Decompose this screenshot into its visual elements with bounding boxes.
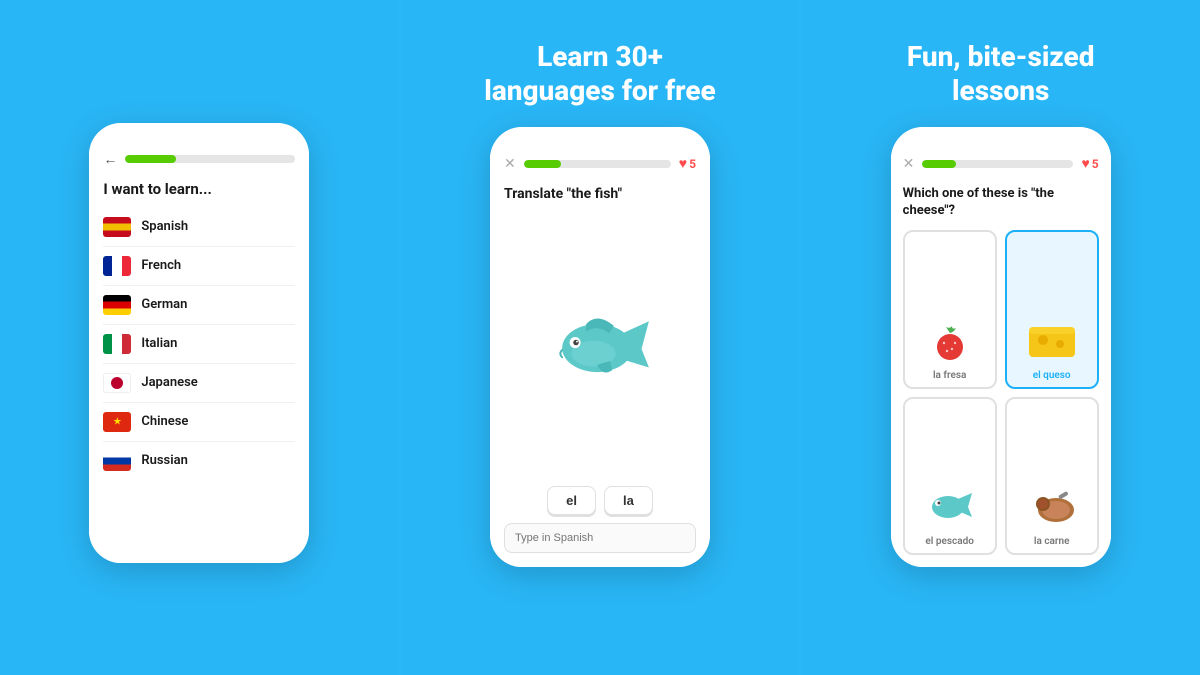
flag-chinese [103,412,131,432]
language-item-german[interactable]: German [103,286,295,325]
center-headline: Learn 30+ languages for free [484,40,715,107]
card-label-carne: la carne [1034,536,1070,547]
language-item-italian[interactable]: Italian [103,325,295,364]
quiz-card-fish[interactable]: el pescado [903,397,997,556]
word-button-la[interactable]: la [604,486,653,515]
panel-center: Learn 30+ languages for free ✕ ♥ 5 Trans… [401,0,802,675]
language-item-french[interactable]: French [103,247,295,286]
language-name-russian: Russian [141,453,188,468]
flag-german [103,295,131,315]
cheese-icon [1024,318,1080,364]
flag-french [103,256,131,276]
quiz-card-cheese[interactable]: el queso [1005,230,1099,389]
card-label-fresa: la fresa [933,370,966,381]
phone-center-header: ✕ ♥ 5 [504,155,696,172]
phone-center-screen: ✕ ♥ 5 Translate "the fish" [490,127,710,567]
type-spanish-input[interactable] [504,523,696,553]
meat-icon [1024,484,1080,530]
phone-left-screen: ← I want to learn... Spanish French Germ… [89,123,309,563]
language-item-spanish[interactable]: Spanish [103,208,295,247]
flag-japanese [103,373,131,393]
lives-count: 5 [689,157,696,171]
lives-display: ♥ 5 [679,155,696,172]
flag-russian [103,451,131,471]
word-buttons-row: el la [504,486,696,515]
fish-svg [540,304,660,394]
phone-left-header: ← [103,151,295,168]
right-headline: Fun, bite-sized lessons [907,40,1095,107]
strawberry-icon [922,318,978,364]
language-name-italian: Italian [141,336,177,351]
language-name-spanish: Spanish [141,219,188,234]
phone-left: ← I want to learn... Spanish French Germ… [89,123,309,563]
want-to-learn-title: I want to learn... [103,180,295,198]
phone-right-screen: ✕ ♥ 5 Which one of these is "the cheese"… [891,127,1111,567]
language-item-japanese[interactable]: Japanese [103,364,295,403]
right-progress-fill [922,160,955,168]
right-progress-bar [922,160,1073,168]
word-button-el[interactable]: el [547,486,596,515]
flag-spanish [103,217,131,237]
phone-right: ✕ ♥ 5 Which one of these is "the cheese"… [891,127,1111,567]
close-icon[interactable]: ✕ [504,156,516,172]
quiz-card-strawberry[interactable]: la fresa [903,230,997,389]
quiz-grid: la fresa el queso [903,230,1099,555]
right-lives-count: 5 [1092,157,1099,171]
right-heart-icon: ♥ [1081,155,1089,172]
language-list: Spanish French German Italian Japanese [103,208,295,480]
language-name-chinese: Chinese [141,414,188,429]
language-name-german: German [141,297,187,312]
language-item-russian[interactable]: Russian [103,442,295,480]
right-close-icon[interactable]: ✕ [903,156,915,172]
progress-bar [125,155,295,163]
heart-icon: ♥ [679,155,687,172]
progress-fill [125,155,176,163]
back-arrow-icon[interactable]: ← [103,151,117,168]
quiz-question: Which one of these is "the cheese"? [903,186,1099,220]
flag-italian [103,334,131,354]
translate-question: Translate "the fish" [504,186,696,202]
phone-center: ✕ ♥ 5 Translate "the fish" [490,127,710,567]
center-progress-bar [524,160,671,168]
language-name-japanese: Japanese [141,375,197,390]
center-progress-fill [524,160,561,168]
phone-right-header: ✕ ♥ 5 [903,155,1099,172]
fish-small-icon [922,484,978,530]
card-label-queso: el queso [1033,370,1071,381]
quiz-card-meat[interactable]: la carne [1005,397,1099,556]
language-name-french: French [141,258,181,273]
right-lives-display: ♥ 5 [1081,155,1098,172]
language-item-chinese[interactable]: Chinese [103,403,295,442]
fish-illustration [504,212,696,486]
card-label-pescado: el pescado [925,536,974,547]
panel-right: Fun, bite-sized lessons ✕ ♥ 5 Which one … [801,0,1200,675]
panel-left: ← I want to learn... Spanish French Germ… [0,0,401,675]
